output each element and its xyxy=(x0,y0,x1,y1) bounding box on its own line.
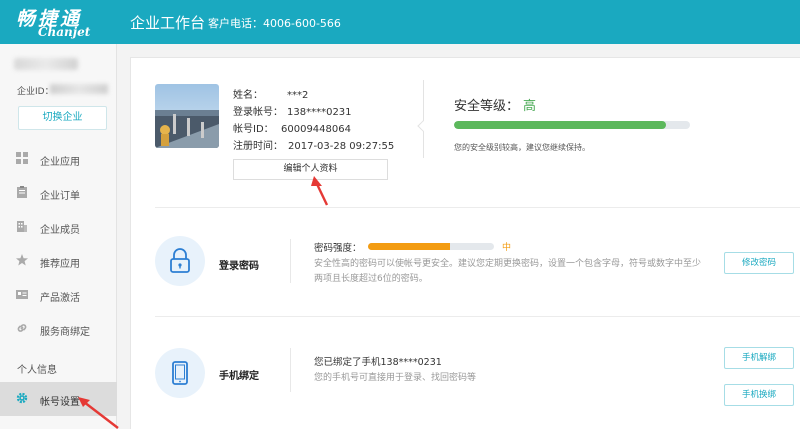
switch-company-button[interactable]: 切换企业 xyxy=(18,106,107,130)
edit-profile-button[interactable]: 编辑个人资料 xyxy=(233,159,388,180)
security-level-title: 安全等级：高 xyxy=(454,95,536,114)
sidebar-item-label: 推荐应用 xyxy=(40,259,80,270)
company-id-label: 企业ID： xyxy=(17,87,54,97)
clipboard-icon xyxy=(17,186,27,198)
change-phone-button[interactable]: 手机换绑 xyxy=(724,384,794,406)
personal-info-section-label: 个人信息 xyxy=(17,365,57,376)
security-level-bar xyxy=(454,121,690,129)
register-time-label: 注册时间： xyxy=(233,141,283,152)
account-settings-panel: 姓名： ***2 登录帐号： 138****0231 帐号ID： 6000944806… xyxy=(130,57,800,429)
login-account-value: 138****0231 xyxy=(287,107,352,118)
user-avatar[interactable] xyxy=(155,84,219,148)
security-level-label: 安全等级： xyxy=(454,99,520,114)
sidebar-item-enterprise-orders[interactable]: 企业订单 xyxy=(0,176,117,210)
sidebar-item-enterprise-apps[interactable]: 企业应用 xyxy=(0,142,117,176)
sidebar-item-product-activation[interactable]: 产品激活 xyxy=(0,278,117,312)
profile-login-account: 登录帐号： 138****0231 xyxy=(233,103,352,118)
section-divider xyxy=(155,316,800,317)
mobile-phone-icon xyxy=(172,361,188,385)
password-strength-label: 密码强度： xyxy=(314,243,362,254)
star-icon xyxy=(16,254,28,266)
name-label: 姓名： xyxy=(233,90,263,101)
security-note: 您的安全级别较高，建议您继续保持。 xyxy=(454,143,590,152)
security-level-fill xyxy=(454,121,667,129)
phone-icon-circle xyxy=(155,348,205,398)
link-icon xyxy=(17,324,27,332)
sidebar-item-enterprise-members[interactable]: 企业成员 xyxy=(0,210,117,244)
unbind-phone-button[interactable]: 手机解绑 xyxy=(724,347,794,369)
sidebar-item-recommended-apps[interactable]: 推荐应用 xyxy=(0,244,117,278)
id-card-icon xyxy=(16,290,28,299)
account-id-label: 帐号ID： xyxy=(233,124,274,135)
top-header: 畅捷通 Chanjet 企业工作台 客户电话：4006-600-566 xyxy=(0,0,800,44)
password-strength-level: 中 xyxy=(502,243,512,253)
lock-icon xyxy=(170,248,190,273)
sidebar-item-label: 服务商绑定 xyxy=(40,327,90,338)
phone-binding-desc: 您的手机号可直接用于登录、找回密码等 xyxy=(314,373,477,383)
phone-binding-title: 手机绑定 xyxy=(219,371,259,382)
login-account-label: 登录帐号： xyxy=(233,107,283,118)
grid-icon xyxy=(16,152,28,164)
change-password-button[interactable]: 修改密码 xyxy=(724,252,794,274)
workbench-title[interactable]: 企业工作台 xyxy=(130,12,205,33)
sidebar-item-label: 帐号设置 xyxy=(40,397,80,408)
sidebar-item-label: 产品激活 xyxy=(40,293,80,304)
divider-notch xyxy=(417,120,429,132)
password-row-divider xyxy=(290,239,291,283)
sidebar-item-label: 企业应用 xyxy=(40,157,80,168)
password-advice: 安全性高的密码可以使帐号更安全。建议您定期更换密码，设置一个包含字母，符号或数字… xyxy=(314,259,702,284)
lock-icon-circle xyxy=(155,236,205,286)
profile-account-id: 帐号ID： 60009448064 xyxy=(233,120,351,135)
customer-phone: 客户电话：4006-600-566 xyxy=(208,17,341,30)
sidebar: 企业ID： 切换企业 企业应用 企业订单 企业成员 推荐应用 产品激活 服务商绑… xyxy=(0,44,117,429)
sidebar-item-service-provider-binding[interactable]: 服务商绑定 xyxy=(0,312,117,346)
company-id-redacted xyxy=(50,84,108,94)
sidebar-item-label: 企业订单 xyxy=(40,191,80,202)
profile-security-divider xyxy=(423,80,424,158)
section-divider xyxy=(155,207,800,208)
profile-register-time: 注册时间： 2017-03-28 09:27:55 xyxy=(233,137,394,152)
sidebar-item-account-settings[interactable]: 帐号设置 xyxy=(0,382,117,416)
company-name-redacted xyxy=(14,58,78,70)
register-time-value: 2017-03-28 09:27:55 xyxy=(288,141,395,152)
phone-row-divider xyxy=(290,348,291,392)
login-password-title: 登录密码 xyxy=(219,261,259,272)
profile-name: 姓名： ***2 xyxy=(233,86,308,101)
logo-text-en: Chanjet xyxy=(38,25,91,39)
phone-bound-text: 您已绑定了手机138****0231 xyxy=(314,357,442,368)
avatar-photo xyxy=(155,84,219,148)
building-icon xyxy=(17,221,27,232)
name-value: ***2 xyxy=(287,90,309,101)
sidebar-item-label: 企业成员 xyxy=(40,225,80,236)
gear-icon xyxy=(16,392,28,404)
chanjet-logo[interactable]: 畅捷通 Chanjet xyxy=(10,3,110,41)
security-level-value: 高 xyxy=(523,99,537,114)
password-strength-fill xyxy=(368,243,450,250)
password-strength-bar xyxy=(368,243,494,250)
account-id-value: 60009448064 xyxy=(281,124,351,135)
